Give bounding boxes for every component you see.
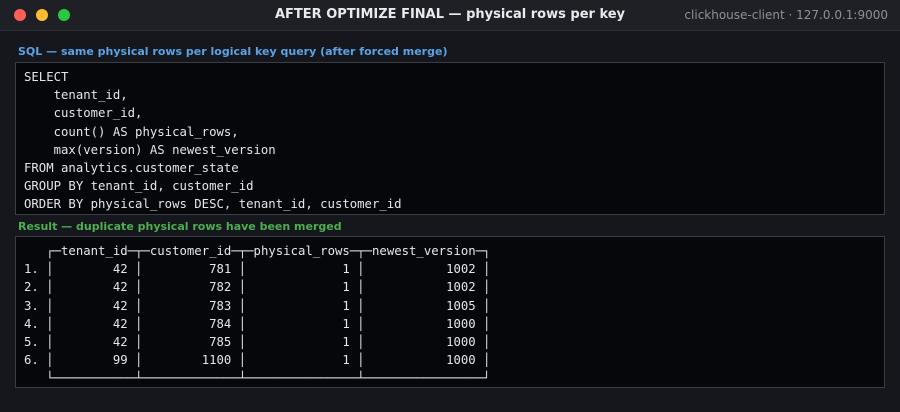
- table-cell: 42: [112, 335, 128, 350]
- sql-line: SELECT: [24, 70, 69, 84]
- table-cell: 42: [112, 280, 128, 295]
- result-line: ┌─tenant_id─┬─customer_id─┬─physical_row…: [46, 244, 491, 258]
- table-cell: 1: [342, 335, 350, 350]
- column-header: newest_version: [372, 244, 476, 258]
- table-cell: 784: [209, 316, 232, 331]
- result-line: 3. │ 42 │ 783 │ 1 │ 1005 │: [24, 298, 491, 313]
- table-cell: 1002: [446, 262, 476, 277]
- table-cell: 1: [342, 316, 350, 331]
- row-number: 5.: [24, 335, 39, 350]
- sql-line: count() AS physical_rows,: [24, 124, 239, 139]
- table-cell: 783: [209, 298, 232, 313]
- table-cell: 42: [112, 316, 128, 331]
- row-number: 3.: [24, 298, 39, 313]
- row-number: 2.: [24, 280, 39, 295]
- table-cell: 782: [209, 280, 232, 295]
- row-number: 6.: [24, 353, 39, 368]
- table-cell: 42: [112, 262, 128, 277]
- sql-line: ORDER BY physical_rows DESC, tenant_id, …: [24, 197, 402, 212]
- table-cell: 781: [209, 262, 232, 277]
- terminal-window: AFTER OPTIMIZE FINAL — physical rows per…: [0, 0, 900, 412]
- result-line: └───────────┴─────────────┴─────────────…: [24, 371, 491, 386]
- table-cell: 99: [112, 353, 128, 368]
- column-header: physical_rows: [253, 244, 350, 258]
- result-line: 5. │ 42 │ 785 │ 1 │ 1000 │: [24, 335, 491, 350]
- result-panel[interactable]: ┌─tenant_id─┬─customer_id─┬─physical_row…: [15, 236, 885, 388]
- connection-info: clickhouse-client · 127.0.0.1:9000: [684, 8, 888, 22]
- title-bar: AFTER OPTIMIZE FINAL — physical rows per…: [0, 0, 900, 31]
- sql-line: FROM analytics.customer_state: [24, 161, 239, 176]
- result-line: 4. │ 42 │ 784 │ 1 │ 1000 │: [24, 316, 491, 331]
- result-line: 1. │ 42 │ 781 │ 1 │ 1002 │: [24, 262, 491, 277]
- table-cell: 1: [342, 280, 350, 295]
- table-cell: 1000: [446, 335, 476, 350]
- table-cell: 1: [342, 262, 350, 277]
- table-cell: 42: [112, 298, 128, 313]
- sql-section-label: SQL — same physical rows per logical key…: [18, 45, 448, 58]
- row-number: 4.: [24, 316, 39, 331]
- column-header: customer_id: [149, 244, 232, 258]
- sql-line: max(version) AS newest_version: [24, 142, 276, 157]
- sql-code[interactable]: SELECT tenant_id, customer_id, count() A…: [16, 63, 884, 219]
- table-cell: 1002: [446, 280, 476, 295]
- table-cell: 1005: [446, 298, 476, 313]
- result-section-label: Result — duplicate physical rows have be…: [18, 220, 342, 233]
- table-cell: 1100: [201, 353, 232, 368]
- table-cell: 785: [209, 335, 232, 350]
- sql-line: tenant_id,: [24, 88, 128, 103]
- result-line: 6. │ 99 │ 1100 │ 1 │ 1000 │: [24, 353, 491, 368]
- table-cell: 1: [342, 353, 350, 368]
- sql-line: GROUP BY tenant_id, customer_id: [24, 179, 254, 194]
- table-cell: 1000: [446, 353, 476, 368]
- result-table[interactable]: ┌─tenant_id─┬─customer_id─┬─physical_row…: [16, 237, 884, 393]
- sql-panel[interactable]: SELECT tenant_id, customer_id, count() A…: [15, 62, 885, 215]
- table-cell: 1: [342, 298, 350, 313]
- table-cell: 1000: [446, 316, 476, 331]
- column-header: tenant_id: [61, 244, 128, 258]
- row-number: 1.: [24, 262, 39, 277]
- sql-line: customer_id,: [24, 106, 143, 121]
- result-line: 2. │ 42 │ 782 │ 1 │ 1002 │: [24, 280, 491, 295]
